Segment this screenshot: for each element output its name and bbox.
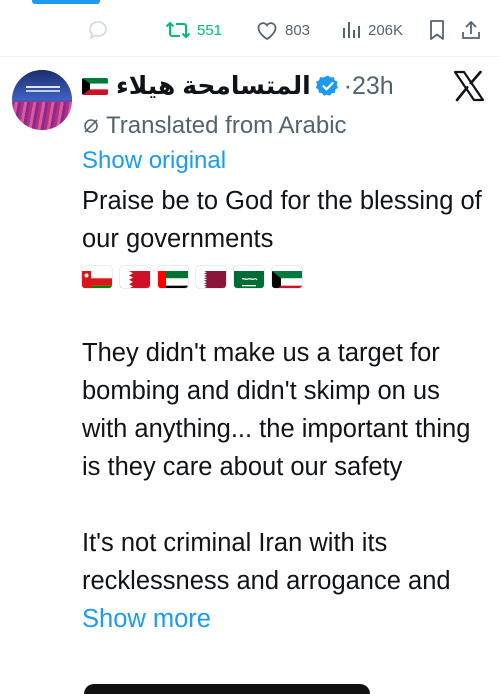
view-count: 206K (368, 21, 404, 39)
bookmark-icon (430, 20, 444, 40)
tweet-paragraph-3: It's not criminal Iran with its reckless… (82, 524, 487, 638)
tweet-paragraph-1: Praise be to God for the blessing of our… (82, 187, 482, 253)
heart-icon (257, 22, 277, 41)
bookmark-button[interactable] (427, 10, 447, 50)
show-original-link[interactable]: Show original (82, 144, 226, 178)
flags-row (82, 258, 487, 296)
display-name[interactable]: المتسامحة هيلاء (116, 68, 311, 104)
views-button[interactable]: 206K (340, 10, 403, 50)
tweet-paragraph-2: They didn't make us a target for bombing… (82, 339, 471, 481)
retweet-button[interactable]: 551 (165, 10, 222, 50)
tweet-body: Praise be to God for the blessing of our… (82, 182, 487, 638)
tweet-action-bar: 551 803 206K (0, 10, 500, 50)
flag-kuwait-icon (82, 77, 108, 95)
scroll-indicator (32, 0, 100, 4)
reply-icon (89, 21, 107, 40)
verified-badge-icon (315, 75, 338, 96)
tweet-timestamp[interactable]: ·23h (344, 72, 394, 101)
flag-kuwait-icon (272, 266, 302, 288)
retweet-icon (165, 21, 191, 39)
translate-icon (84, 119, 98, 133)
flag-uae-icon (158, 266, 188, 288)
share-button[interactable] (460, 10, 482, 50)
translated-label: Translated from Arabic (106, 112, 347, 139)
media-preview[interactable] (84, 684, 370, 694)
divider (0, 56, 500, 57)
tweet-paragraph-3-text: It's not criminal Iran with its reckless… (82, 529, 451, 595)
flag-saudi-arabia-icon (234, 266, 264, 288)
flag-bahrain-icon (120, 266, 150, 288)
flag-oman-icon (82, 266, 112, 288)
like-button[interactable]: 803 (255, 10, 310, 50)
flag-qatar-icon (196, 266, 226, 288)
tweet-header: المتسامحة هيلاء ·23h (82, 68, 394, 104)
reply-button[interactable] (86, 10, 110, 50)
views-icon (343, 22, 360, 38)
like-count: 803 (285, 21, 311, 39)
show-more-link[interactable]: Show more (82, 605, 211, 633)
x-logo-icon (453, 70, 485, 102)
avatar[interactable] (12, 70, 72, 130)
share-icon (462, 20, 480, 39)
translation-note: Translated from Arabic (82, 110, 347, 142)
retweet-count: 551 (197, 21, 223, 39)
